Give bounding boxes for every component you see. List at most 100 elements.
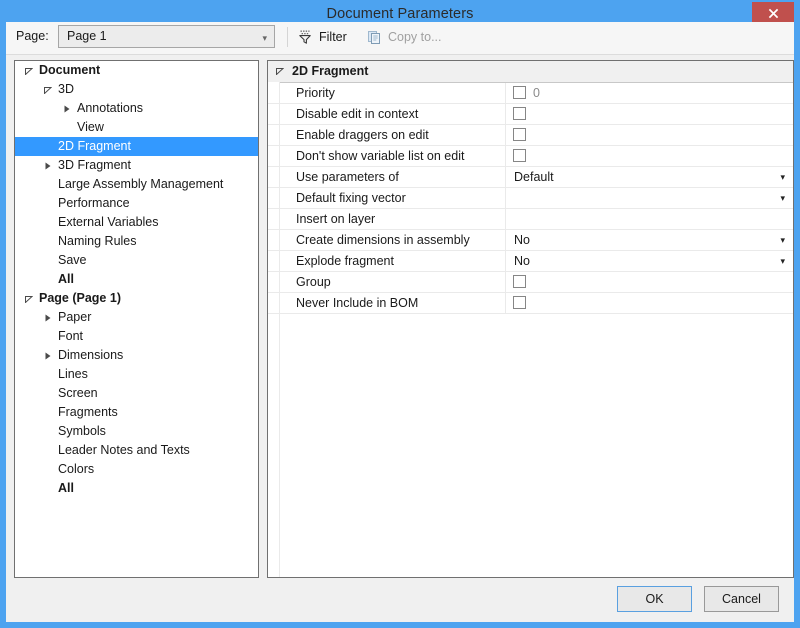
property-row: Default fixing vector ▾ bbox=[268, 188, 793, 209]
property-value[interactable]: Default bbox=[514, 167, 554, 187]
tree-item-external-variables[interactable]: External Variables bbox=[15, 213, 258, 232]
property-label: Enable draggers on edit bbox=[296, 125, 429, 145]
tree-item-label: 3D Fragment bbox=[58, 158, 131, 172]
tree-item-fragments[interactable]: Fragments bbox=[15, 403, 258, 422]
tree-item-label: All bbox=[58, 481, 74, 495]
tree-item-2d-fragment[interactable]: 2D Fragment bbox=[15, 137, 258, 156]
tree-item-label: All bbox=[58, 272, 74, 286]
chevron-down-icon[interactable]: ▾ bbox=[780, 188, 785, 208]
property-label: Never Include in BOM bbox=[296, 293, 418, 313]
tree-item-label: Font bbox=[58, 329, 83, 343]
tree-item-all[interactable]: All bbox=[15, 270, 258, 289]
property-row: Enable draggers on edit bbox=[268, 125, 793, 146]
column-divider bbox=[505, 104, 506, 124]
tree-item-label: Save bbox=[58, 253, 87, 267]
parameters-tree[interactable]: Document 3DAnnotations View 2D Fragment 3D F… bbox=[14, 60, 259, 578]
column-divider bbox=[505, 209, 506, 229]
tree-item-document[interactable]: Document bbox=[15, 61, 258, 80]
copy-to-button[interactable]: Copy to... bbox=[366, 25, 442, 49]
ok-button[interactable]: OK bbox=[617, 586, 692, 612]
property-checkbox[interactable] bbox=[513, 275, 526, 288]
twisty-expanded-icon[interactable] bbox=[21, 61, 37, 80]
property-checkbox[interactable] bbox=[513, 296, 526, 309]
tree-item-paper[interactable]: Paper bbox=[15, 308, 258, 327]
tree-item-dimensions[interactable]: Dimensions bbox=[15, 346, 258, 365]
twisty-collapsed-icon[interactable] bbox=[59, 99, 75, 118]
tree-item-all[interactable]: All bbox=[15, 479, 258, 498]
tree-item-lines[interactable]: Lines bbox=[15, 365, 258, 384]
property-checkbox[interactable] bbox=[513, 86, 526, 99]
close-icon[interactable] bbox=[752, 2, 794, 24]
column-divider bbox=[505, 251, 506, 271]
tree-item-label: External Variables bbox=[58, 215, 159, 229]
tree-item-label: Dimensions bbox=[58, 348, 123, 362]
chevron-down-icon[interactable]: ▾ bbox=[780, 251, 785, 271]
tree-item-label: View bbox=[77, 120, 104, 134]
property-label: Create dimensions in assembly bbox=[296, 230, 470, 250]
filter-button[interactable]: Filter bbox=[297, 25, 347, 49]
tree-item-label: Fragments bbox=[58, 405, 118, 419]
property-label: Default fixing vector bbox=[296, 188, 406, 208]
property-checkbox[interactable] bbox=[513, 128, 526, 141]
filter-label: Filter bbox=[319, 30, 347, 44]
page-select[interactable]: Page 1 ▾ bbox=[58, 25, 275, 48]
tree-item-symbols[interactable]: Symbols bbox=[15, 422, 258, 441]
tree-item-label: Naming Rules bbox=[58, 234, 137, 248]
grid-header-twisty-icon[interactable] bbox=[272, 61, 288, 80]
tree-item-leader-notes-and-texts[interactable]: Leader Notes and Texts bbox=[15, 441, 258, 460]
tree-item-3d[interactable]: 3D bbox=[15, 80, 258, 99]
column-divider bbox=[505, 83, 506, 103]
tree-item-font[interactable]: Font bbox=[15, 327, 258, 346]
tree-item-label: 2D Fragment bbox=[58, 139, 131, 153]
tree-item-performance[interactable]: Performance bbox=[15, 194, 258, 213]
tree-item-page-page-1[interactable]: Page (Page 1) bbox=[15, 289, 258, 308]
tree-item-label: 3D bbox=[58, 82, 74, 96]
tree-item-label: Symbols bbox=[58, 424, 106, 438]
column-divider bbox=[505, 125, 506, 145]
tree-item-label: Performance bbox=[58, 196, 130, 210]
column-divider bbox=[505, 146, 506, 166]
tree-item-colors[interactable]: Colors bbox=[15, 460, 258, 479]
property-row: Explode fragment No ▾ bbox=[268, 251, 793, 272]
chevron-down-icon[interactable]: ▾ bbox=[780, 167, 785, 187]
column-divider bbox=[505, 293, 506, 313]
tree-item-label: Leader Notes and Texts bbox=[58, 443, 190, 457]
twisty-collapsed-icon[interactable] bbox=[40, 308, 56, 327]
funnel-icon bbox=[297, 29, 315, 45]
property-grid-header[interactable]: 2D Fragment bbox=[268, 61, 793, 83]
cancel-button[interactable]: Cancel bbox=[704, 586, 779, 612]
document-parameters-dialog: Document Parameters Page: Page 1 ▾ Filte… bbox=[0, 0, 800, 628]
tree-item-label: Colors bbox=[58, 462, 94, 476]
tree-item-label: Large Assembly Management bbox=[58, 177, 223, 191]
column-divider bbox=[505, 272, 506, 292]
tree-item-screen[interactable]: Screen bbox=[15, 384, 258, 403]
tree-item-label: Document bbox=[39, 63, 100, 77]
tree-item-large-assembly-management[interactable]: Large Assembly Management bbox=[15, 175, 258, 194]
property-row: Disable edit in context bbox=[268, 104, 793, 125]
property-label: Priority bbox=[296, 83, 335, 103]
property-value[interactable]: No bbox=[514, 230, 530, 250]
column-divider bbox=[505, 167, 506, 187]
chevron-down-icon[interactable]: ▾ bbox=[780, 230, 785, 250]
twisty-collapsed-icon[interactable] bbox=[40, 346, 56, 365]
tree-item-view[interactable]: View bbox=[15, 118, 258, 137]
twisty-expanded-icon[interactable] bbox=[21, 289, 37, 308]
property-label: Use parameters of bbox=[296, 167, 399, 187]
property-checkbox[interactable] bbox=[513, 149, 526, 162]
property-checkbox[interactable] bbox=[513, 107, 526, 120]
twisty-expanded-icon[interactable] bbox=[40, 80, 56, 99]
property-label: Explode fragment bbox=[296, 251, 394, 271]
tree-item-label: Annotations bbox=[77, 101, 143, 115]
property-grid: 2D Fragment Priority0Disable edit in con… bbox=[267, 60, 794, 578]
property-label: Don't show variable list on edit bbox=[296, 146, 464, 166]
twisty-collapsed-icon[interactable] bbox=[40, 156, 56, 175]
tree-item-annotations[interactable]: Annotations bbox=[15, 99, 258, 118]
tree-item-save[interactable]: Save bbox=[15, 251, 258, 270]
tree-item-naming-rules[interactable]: Naming Rules bbox=[15, 232, 258, 251]
property-label: Disable edit in context bbox=[296, 104, 418, 124]
page-select-value: Page 1 bbox=[67, 29, 107, 43]
tree-item-3d-fragment[interactable]: 3D Fragment bbox=[15, 156, 258, 175]
property-row: Never Include in BOM bbox=[268, 293, 793, 314]
chevron-down-icon: ▾ bbox=[262, 34, 267, 43]
property-value[interactable]: No bbox=[514, 251, 530, 271]
